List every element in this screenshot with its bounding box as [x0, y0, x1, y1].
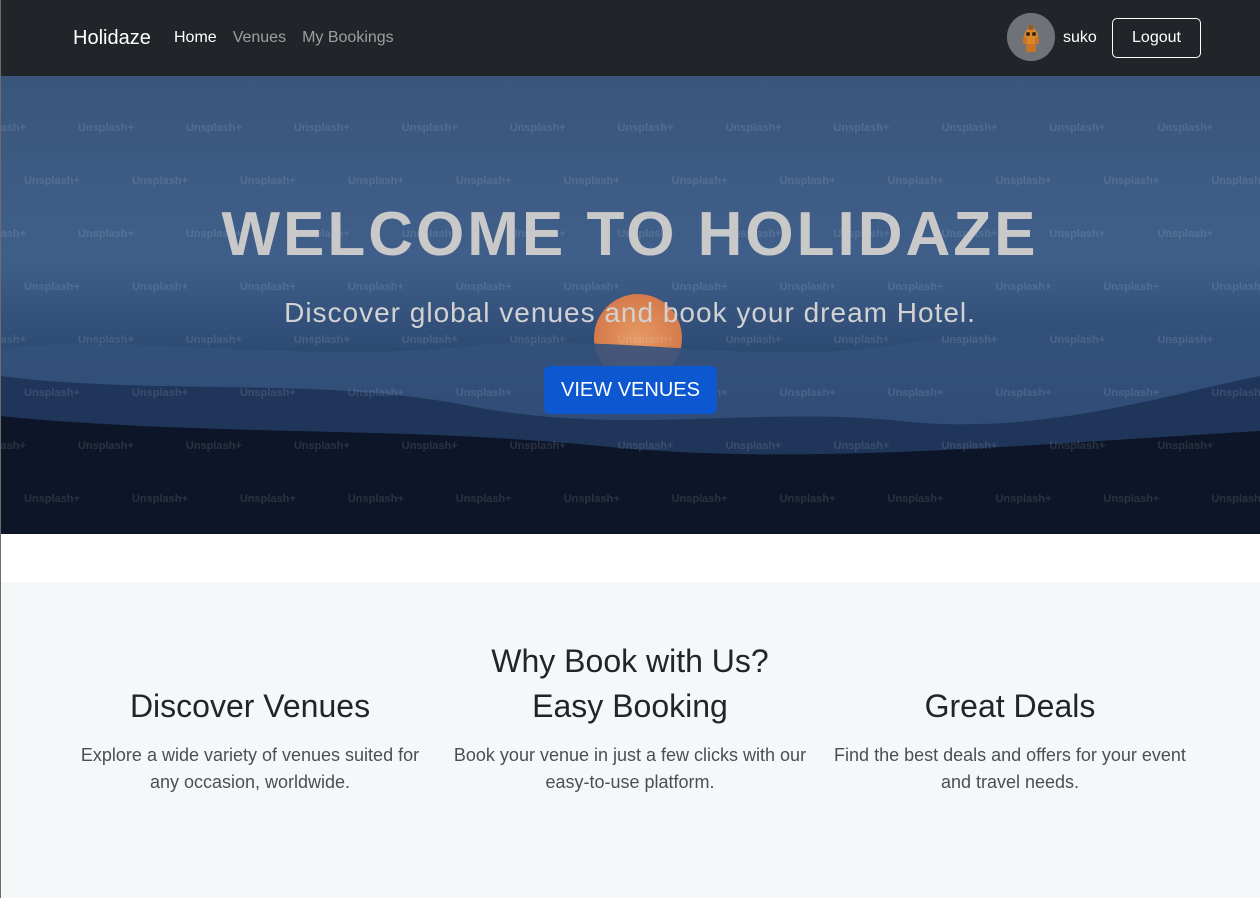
- feature-text: Explore a wide variety of venues suited …: [80, 745, 420, 792]
- nav-link-home[interactable]: Home: [174, 28, 217, 48]
- feature-title: Easy Booking: [532, 688, 728, 724]
- username-label: suko: [1063, 29, 1097, 46]
- top-navbar: Holidaze Home Venues My Bookings suko Lo…: [0, 0, 1260, 76]
- feature-card-booking: Easy Booking Book your venue in just a f…: [450, 686, 810, 796]
- feature-card-discover: Discover Venues Explore a wide variety o…: [70, 686, 430, 796]
- feature-text: Book your venue in just a few clicks wit…: [453, 745, 807, 792]
- feature-title: Great Deals: [924, 688, 1096, 724]
- brand-logo[interactable]: Holidaze: [73, 25, 151, 51]
- feature-title: Discover Venues: [129, 688, 371, 724]
- hero-subtitle: Discover global venues and book your dre…: [284, 297, 976, 328]
- view-venues-button[interactable]: VIEW VENUES: [544, 366, 717, 414]
- nav-link-venues[interactable]: Venues: [233, 28, 286, 48]
- avatar-figure-icon: [1007, 13, 1055, 61]
- features-section: Why Book with Us? Discover Venues Explor…: [0, 582, 1260, 898]
- feature-card-deals: Great Deals Find the best deals and offe…: [830, 686, 1190, 796]
- watermark-row: Unsplash+Unsplash+Unsplash+Unsplash+Unsp…: [24, 175, 1260, 187]
- hero-banner: Unsplash+Unsplash+Unsplash+Unsplash+Unsp…: [0, 76, 1260, 534]
- features-heading: Why Book with Us?: [491, 643, 769, 679]
- hero-title: WELCOME TO HOLIDAZE: [221, 200, 1039, 269]
- window-edge: [0, 0, 1, 898]
- user-avatar[interactable]: [1007, 13, 1055, 61]
- watermark-row: Unsplash+Unsplash+Unsplash+Unsplash+Unsp…: [0, 334, 1214, 346]
- nav-link-my-bookings[interactable]: My Bookings: [302, 28, 394, 48]
- feature-text: Find the best deals and offers for your …: [834, 745, 1186, 792]
- nav-links: Home Venues My Bookings: [174, 28, 394, 48]
- logout-button[interactable]: Logout: [1112, 18, 1201, 58]
- watermark-row: Unsplash+Unsplash+Unsplash+Unsplash+Unsp…: [24, 493, 1260, 505]
- watermark-row: Unsplash+Unsplash+Unsplash+Unsplash+Unsp…: [24, 281, 1260, 293]
- watermark-row: Unsplash+Unsplash+Unsplash+Unsplash+Unsp…: [0, 440, 1214, 452]
- watermark-row: Unsplash+Unsplash+Unsplash+Unsplash+Unsp…: [0, 122, 1214, 134]
